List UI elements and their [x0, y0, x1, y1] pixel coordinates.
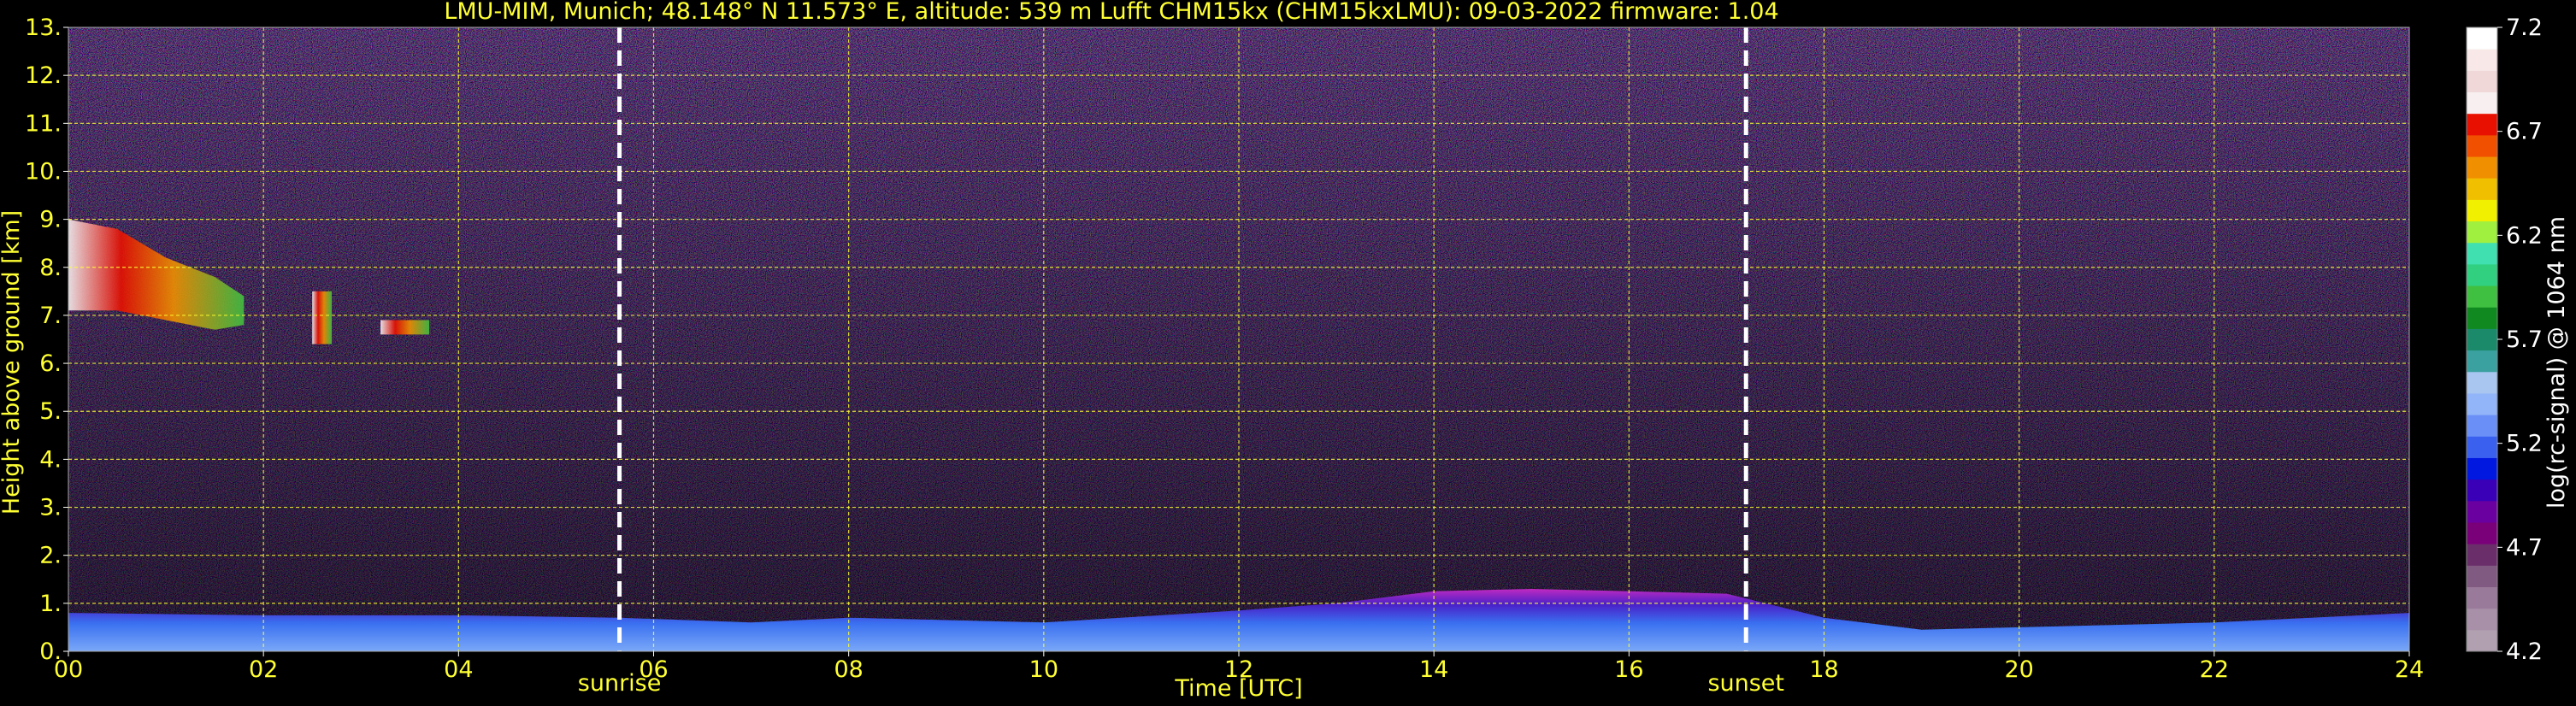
colorbar-segment	[2467, 91, 2497, 115]
colorbar-segment	[2467, 242, 2497, 265]
x-tick-label: 08	[834, 656, 863, 683]
x-tick-label: 02	[249, 656, 278, 683]
x-tick-label: 06	[639, 656, 668, 683]
cirrus-layer	[312, 291, 333, 344]
colorbar-segment	[2467, 457, 2497, 480]
colorbar-tick-label: 4.7	[2506, 534, 2543, 561]
x-tick-label: 22	[2200, 656, 2229, 683]
x-tick-label: 16	[1614, 656, 1643, 683]
y-tick-label: 4.	[39, 446, 62, 473]
x-tick-label: 10	[1029, 656, 1058, 683]
colorbar-segment	[2467, 49, 2497, 71]
colorbar-tick-label: 5.7	[2506, 327, 2543, 353]
y-tick-label: 13.	[25, 15, 62, 41]
colorbar-segment	[2467, 307, 2497, 329]
colorbar-segment	[2467, 479, 2497, 502]
y-tick-label: 2.	[39, 543, 62, 569]
colorbar-segment	[2467, 500, 2497, 523]
colorbar-segment	[2467, 436, 2497, 458]
plot-area: sunrise sunset	[68, 26, 2410, 697]
y-tick-label: 5.	[39, 398, 62, 425]
colorbar-segment	[2467, 586, 2497, 609]
colorbar-segment	[2467, 521, 2497, 544]
colorbar-segment	[2467, 178, 2497, 200]
y-tick-label: 10.	[25, 158, 62, 185]
colorbar-segment	[2467, 350, 2497, 373]
y-tick-label: 6.	[39, 350, 62, 377]
colorbar-segment	[2467, 113, 2497, 136]
ceilometer-figure: sunrise sunset 0.1.2.3.4.5.6.7.8.9.10.11.…	[0, 0, 2570, 702]
y-axis-label: Height above ground [km]	[0, 210, 25, 515]
colorbar-segment	[2467, 565, 2497, 587]
colorbar-segment	[2467, 27, 2497, 50]
y-axis-ticks: 0.1.2.3.4.5.6.7.8.9.10.11.12.13.	[25, 15, 68, 665]
colorbar-segment	[2467, 328, 2497, 351]
x-tick-label: 00	[54, 656, 83, 683]
colorbar-tick-label: 6.7	[2506, 119, 2543, 145]
y-tick-label: 1.	[39, 591, 62, 617]
colorbar-segment	[2467, 285, 2497, 308]
colorbar-tick-label: 6.2	[2506, 222, 2543, 249]
y-tick-label: 3.	[39, 495, 62, 521]
colorbar-segment	[2467, 156, 2497, 179]
colorbar-segment	[2467, 415, 2497, 437]
colorbar-tick-label: 4.2	[2506, 638, 2543, 665]
x-tick-label: 20	[2004, 656, 2033, 683]
colorbar-segment	[2467, 221, 2497, 244]
cirrus-layer	[380, 320, 430, 335]
x-axis-label: Time [UTC]	[1174, 675, 1302, 702]
colorbar-segment	[2467, 371, 2497, 394]
y-tick-label: 8.	[39, 255, 62, 281]
x-tick-label: 14	[1419, 656, 1448, 683]
colorbar-segment	[2467, 608, 2497, 631]
x-tick-label: 04	[444, 656, 473, 683]
chart-title: LMU-MIM, Munich; 48.148° N 11.573° E, al…	[444, 0, 1778, 25]
colorbar-segment	[2467, 629, 2497, 652]
colorbar-segment	[2467, 134, 2497, 157]
colorbar-segment	[2467, 263, 2497, 286]
colorbar-tick-label: 5.2	[2506, 431, 2543, 457]
colorbar: 4.2 4.7 5.2 5.7 6.2 6.7 7.2	[2466, 15, 2543, 665]
y-tick-label: 9.	[39, 207, 62, 233]
sunset-label: sunset	[1707, 670, 1784, 697]
colorbar-segment	[2467, 544, 2497, 566]
colorbar-segment	[2467, 70, 2497, 93]
colorbar-tick-label: 7.2	[2506, 15, 2543, 41]
x-tick-label: 18	[1809, 656, 1838, 683]
x-tick-label: 24	[2395, 656, 2424, 683]
y-tick-label: 11.	[25, 110, 62, 137]
colorbar-label: log(rc-signal) @ 1064 nm	[2544, 216, 2570, 509]
colorbar-segment	[2467, 392, 2497, 415]
y-tick-label: 12.	[25, 62, 62, 89]
y-tick-label: 7.	[39, 303, 62, 329]
colorbar-segment	[2467, 199, 2497, 222]
